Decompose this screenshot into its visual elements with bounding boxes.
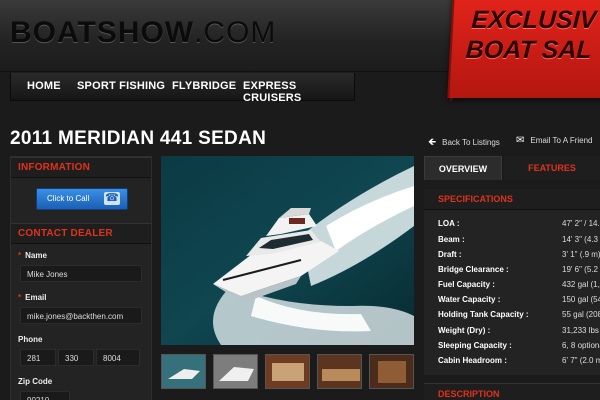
telephone-icon: ☎ xyxy=(104,192,120,205)
envelope-icon: ✉ xyxy=(516,135,525,146)
contact-dealer-heading: CONTACT DEALER xyxy=(11,223,151,244)
spec-row: Sleeping Capacity : 6, 8 optional xyxy=(438,341,600,356)
back-to-listings-link[interactable]: 🡸 Back To Listings xyxy=(428,135,500,152)
thumbnail-graphic xyxy=(266,355,309,388)
spec-label: Beam : xyxy=(438,235,465,244)
spec-label: Bridge Clearance : xyxy=(438,265,509,274)
name-field[interactable]: Mike Jones xyxy=(20,265,142,282)
spec-row: Beam : 14' 3" (4.3 m) xyxy=(438,235,600,250)
email-friend-label: Email To A Friend xyxy=(530,136,593,145)
spec-row: LOA : 47' 2" / 14.38 m xyxy=(438,219,600,234)
zip-field[interactable]: 90210 xyxy=(20,391,70,400)
nav-sport-fishing[interactable]: SPORT FISHING xyxy=(77,80,165,92)
spec-label: Draft : xyxy=(438,250,462,259)
dealer-sidebar: INFORMATION Click to Call ☎ CONTACT DEAL… xyxy=(10,156,152,400)
specifications-heading-label: SPECIFICATIONS xyxy=(438,194,513,204)
spec-value: 19' 6" (5.2 m) xyxy=(562,265,600,274)
thumbnail-image[interactable] xyxy=(265,354,310,389)
spec-label: LOA : xyxy=(438,219,460,228)
click-to-call-button[interactable]: Click to Call ☎ xyxy=(36,188,128,210)
spec-value: 14' 3" (4.3 m) xyxy=(562,235,600,244)
phone-line-field[interactable]: 8004 xyxy=(96,349,140,366)
click-to-call-label: Click to Call xyxy=(47,194,90,203)
thumbnail-graphic xyxy=(162,355,205,388)
email-label: * Email xyxy=(18,293,46,302)
spec-label: Sleeping Capacity : xyxy=(438,341,512,350)
information-heading-label: INFORMATION xyxy=(18,162,91,173)
phone-area-code-field[interactable]: 281 xyxy=(20,349,56,366)
spec-label: Fuel Capacity : xyxy=(438,280,495,289)
main-boat-photo[interactable] xyxy=(161,156,414,345)
spec-label: Holding Tank Capacity : xyxy=(438,310,529,319)
email-friend-link[interactable]: ✉ Email To A Friend xyxy=(516,135,593,146)
zip-label: Zip Code xyxy=(18,377,53,386)
thumbnail-graphic xyxy=(370,355,413,388)
specifications-heading: SPECIFICATIONS xyxy=(424,189,600,210)
spec-row: Cabin Headroom : 6' 7" (2.0 m) xyxy=(438,356,600,371)
spec-value: 47' 2" / 14.38 m xyxy=(562,219,600,228)
thumbnail-graphic xyxy=(214,355,257,388)
spec-value: 31,233 lbs (14,1 xyxy=(562,326,600,335)
back-to-listings-label: Back To Listings xyxy=(442,138,500,147)
spec-value: 6' 7" (2.0 m) xyxy=(562,356,600,365)
listing-tabs: OVERVIEW FEATURES xyxy=(424,156,600,180)
nav-home[interactable]: HOME xyxy=(27,80,61,92)
description-heading[interactable]: DESCRIPTION xyxy=(424,383,600,400)
logo-bold-text: BOATSHOW xyxy=(10,16,195,49)
thumbnail-graphic xyxy=(318,355,361,388)
boat-photo-image xyxy=(161,156,414,345)
spec-row: Weight (Dry) : 31,233 lbs (14,1 xyxy=(438,326,600,341)
site-logo[interactable]: BOATSHOW.COM xyxy=(10,16,276,50)
name-label-text: Name xyxy=(25,251,47,260)
spec-row: Fuel Capacity : 432 gal (1,535 L) xyxy=(438,280,600,295)
email-field[interactable]: mike.jones@backthen.com xyxy=(20,307,142,324)
thumbnail-image[interactable] xyxy=(317,354,362,389)
spec-row: Draft : 3' 1" (.9 m) xyxy=(438,250,600,265)
spec-value: 55 gal (208 L) xyxy=(562,310,600,319)
description-heading-label: DESCRIPTION xyxy=(438,389,500,399)
thumbnail-image[interactable] xyxy=(369,354,414,389)
tab-features[interactable]: FEATURES xyxy=(504,156,600,180)
spec-row: Bridge Clearance : 19' 6" (5.2 m) xyxy=(438,265,600,280)
phone-label: Phone xyxy=(18,335,43,344)
spec-value: 150 gal (545 L) xyxy=(562,295,600,304)
contact-dealer-heading-label: CONTACT DEALER xyxy=(18,228,113,239)
information-heading: INFORMATION xyxy=(11,157,151,178)
arrow-left-icon: 🡸 xyxy=(428,137,437,148)
spec-value: 432 gal (1,535 L) xyxy=(562,280,600,289)
spec-label: Water Capacity : xyxy=(438,295,501,304)
spec-value: 6, 8 optional xyxy=(562,341,600,350)
required-marker-icon: * xyxy=(18,251,22,260)
spec-label: Weight (Dry) : xyxy=(438,326,491,335)
required-marker-icon: * xyxy=(18,293,22,302)
thumbnail-image[interactable] xyxy=(161,354,206,389)
spec-label: Cabin Headroom : xyxy=(438,356,507,365)
promo-line-1: EXCLUSIV xyxy=(470,6,598,34)
name-label: * Name xyxy=(18,251,47,260)
spec-row: Water Capacity : 150 gal (545 L) xyxy=(438,295,600,310)
email-label-text: Email xyxy=(25,293,47,302)
logo-light-text: .COM xyxy=(194,16,277,49)
spec-value: 3' 1" (.9 m) xyxy=(562,250,600,259)
nav-express-cruisers[interactable]: EXPRESS CRUISERS xyxy=(243,80,354,104)
thumbnail-image[interactable] xyxy=(213,354,258,389)
specifications-panel: SPECIFICATIONS LOA : 47' 2" / 14.38 m Bea… xyxy=(424,189,600,375)
nav-flybridge[interactable]: FLYBRIDGE xyxy=(172,80,236,92)
promo-banner[interactable]: EXCLUSIV BOAT SAL xyxy=(447,0,600,98)
phone-prefix-field[interactable]: 330 xyxy=(58,349,94,366)
tab-overview[interactable]: OVERVIEW xyxy=(424,156,502,180)
page-title: 2011 MERIDIAN 441 SEDAN xyxy=(10,128,267,149)
main-nav: HOME SPORT FISHING FLYBRIDGE EXPRESS CRU… xyxy=(10,73,355,104)
spec-row: Holding Tank Capacity : 55 gal (208 L) xyxy=(438,310,600,325)
promo-line-2: BOAT SAL xyxy=(465,36,593,64)
